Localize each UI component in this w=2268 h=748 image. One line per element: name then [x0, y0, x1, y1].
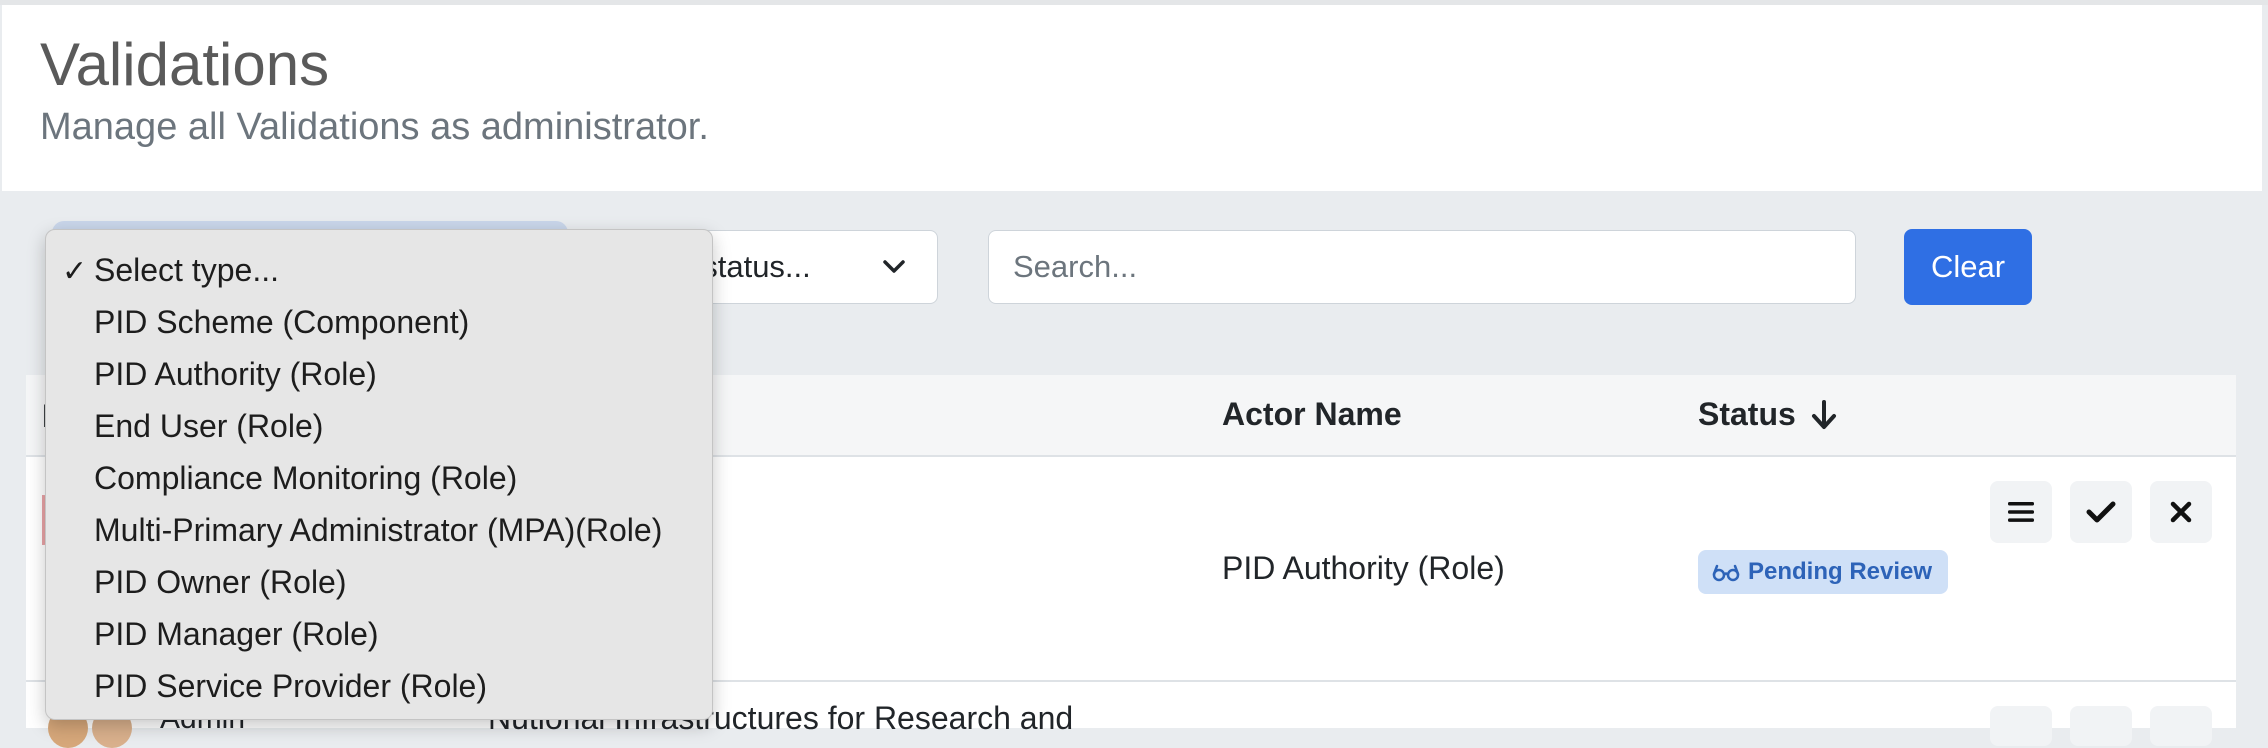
type-dropdown-menu: ✓ Select type... PID Scheme (Component) …	[45, 229, 713, 720]
checkmark-icon: ✓	[62, 255, 88, 288]
reject-button[interactable]	[2150, 706, 2212, 746]
details-button[interactable]	[1990, 481, 2052, 543]
close-icon	[2170, 501, 2192, 523]
page-header: Validations Manage all Validations as ad…	[2, 5, 2262, 191]
page-title: Validations	[40, 31, 330, 98]
dropdown-option[interactable]: Select type...	[94, 250, 279, 290]
dropdown-option[interactable]: PID Owner (Role)	[94, 562, 347, 602]
page-subtitle: Manage all Validations as administrator.	[40, 106, 709, 148]
dropdown-option[interactable]: PID Authority (Role)	[94, 354, 377, 394]
check-icon	[2086, 501, 2116, 523]
approve-button[interactable]	[2070, 706, 2132, 746]
details-button[interactable]	[1990, 706, 2052, 746]
status-badge-label: Pending Review	[1748, 558, 1933, 585]
approve-button[interactable]	[2070, 481, 2132, 543]
list-icon	[2008, 502, 2034, 522]
dropdown-option[interactable]: PID Manager (Role)	[94, 614, 379, 654]
dropdown-option[interactable]: Multi-Primary Administrator (MPA)(Role)	[94, 510, 662, 550]
search-input[interactable]	[988, 230, 1856, 304]
column-header-status[interactable]: Status	[1698, 396, 1837, 433]
column-header-status-label: Status	[1698, 396, 1796, 432]
dropdown-option[interactable]: End User (Role)	[94, 406, 323, 446]
reject-button[interactable]	[2150, 481, 2212, 543]
chevron-down-icon	[883, 260, 905, 273]
sort-arrow-down-icon	[1811, 400, 1836, 429]
clear-button[interactable]: Clear	[1904, 229, 2032, 305]
status-badge: Pending Review	[1698, 550, 1949, 594]
dropdown-option[interactable]: Compliance Monitoring (Role)	[94, 458, 517, 498]
column-header-actor-name[interactable]: Actor Name	[1222, 396, 1402, 433]
dropdown-option[interactable]: PID Scheme (Component)	[94, 302, 469, 342]
glasses-icon	[1712, 564, 1740, 582]
dropdown-option[interactable]: PID Service Provider (Role)	[94, 666, 487, 706]
actor-name-cell: PID Authority (Role)	[1222, 550, 1505, 586]
